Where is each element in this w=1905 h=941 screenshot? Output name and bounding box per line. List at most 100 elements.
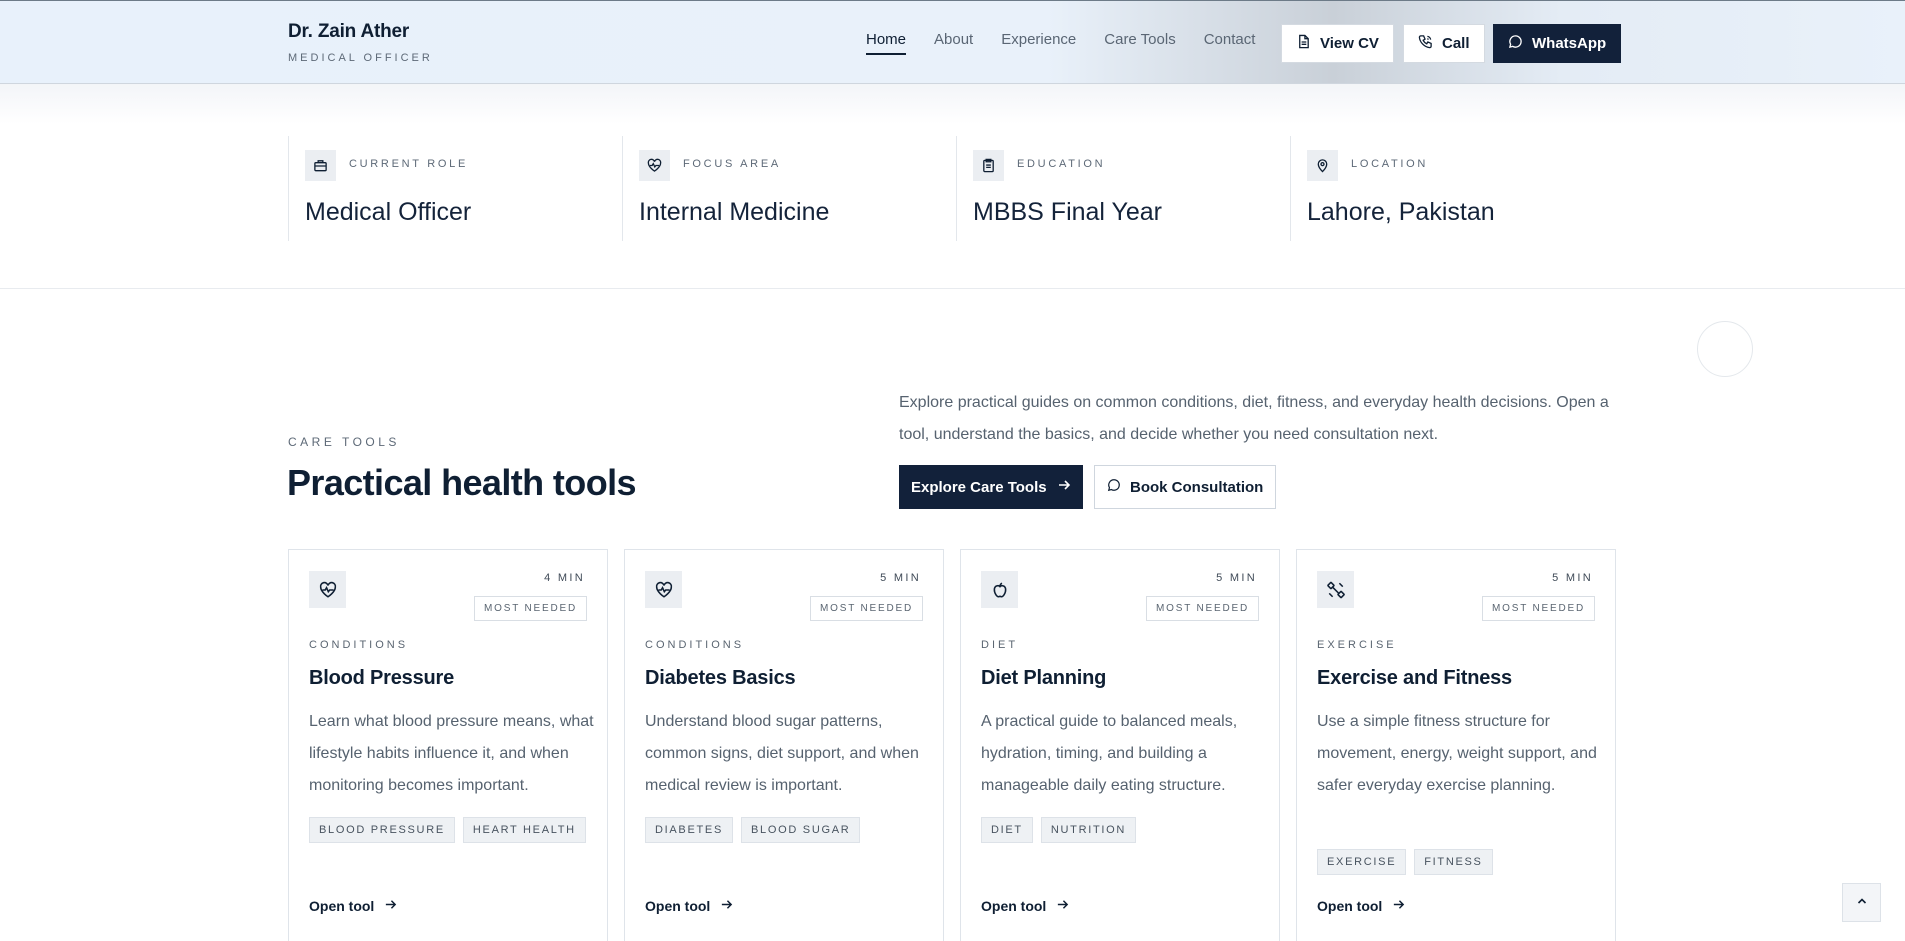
open-tool-link[interactable]: Open tool <box>1317 898 1405 914</box>
decorative-circle <box>1697 321 1753 377</box>
explore-care-tools-button[interactable]: Explore Care Tools <box>899 465 1083 509</box>
open-tool-label: Open tool <box>309 898 375 914</box>
card-tags: DIABETES BLOOD SUGAR <box>645 817 861 843</box>
nav-item-about[interactable]: About <box>934 31 973 55</box>
card-description: Learn what blood pressure means, what li… <box>309 713 594 794</box>
tag: DIET <box>981 817 1033 843</box>
explore-care-tools-label: Explore Care Tools <box>911 478 1047 496</box>
tag: DIABETES <box>645 817 734 843</box>
status-badge: MOST NEEDED <box>1482 596 1595 621</box>
nav-item-contact[interactable]: Contact <box>1204 31 1256 55</box>
open-tool-label: Open tool <box>645 898 711 914</box>
chat-icon <box>1107 478 1121 496</box>
briefcase-icon <box>305 150 336 181</box>
brand[interactable]: Dr. Zain Ather MEDICAL OFFICER <box>288 21 433 64</box>
care-tool-card[interactable]: 5 MIN MOST NEEDED EXERCISE Exercise and … <box>1296 549 1616 941</box>
stat-label: LOCATION <box>1351 158 1429 170</box>
view-cv-button[interactable]: View CV <box>1281 24 1394 63</box>
nav-item-home[interactable]: Home <box>866 31 907 55</box>
open-tool-label: Open tool <box>981 898 1047 914</box>
heartbeat-icon <box>645 571 682 608</box>
call-button[interactable]: Call <box>1403 24 1485 63</box>
arrow-right-icon <box>1392 898 1405 914</box>
card-title: Blood Pressure <box>309 667 455 689</box>
apple-icon <box>981 571 1018 608</box>
stat-value: Medical Officer <box>305 198 472 226</box>
stat-value: Internal Medicine <box>639 198 830 226</box>
arrow-right-icon <box>384 898 397 914</box>
card-title: Exercise and Fitness <box>1317 667 1512 689</box>
card-category: EXERCISE <box>1317 639 1397 651</box>
section-intro: Explore practical guides on common condi… <box>899 394 1609 443</box>
care-tool-card[interactable]: 5 MIN MOST NEEDED CONDITIONS Diabetes Ba… <box>624 549 944 941</box>
section-title: Practical health tools <box>287 462 637 503</box>
card-description: Understand blood sugar patterns, common … <box>645 713 919 794</box>
scroll-to-top-button[interactable] <box>1842 883 1881 922</box>
arrow-right-icon <box>1056 898 1069 914</box>
card-tags: DIET NUTRITION <box>981 817 1137 843</box>
call-label: Call <box>1442 35 1470 52</box>
card-category: CONDITIONS <box>645 639 745 651</box>
header-shadow <box>0 84 1905 124</box>
stat-label: EDUCATION <box>1017 158 1106 170</box>
document-icon <box>1296 34 1311 53</box>
care-tool-cards: 4 MIN MOST NEEDED CONDITIONS Blood Press… <box>288 549 1624 941</box>
stat-label: CURRENT ROLE <box>349 158 468 170</box>
dumbbell-icon <box>1317 571 1354 608</box>
open-tool-link[interactable]: Open tool <box>981 898 1069 914</box>
status-badge: MOST NEEDED <box>474 596 587 621</box>
book-consultation-label: Book Consultation <box>1130 478 1264 496</box>
nav-item-care-tools[interactable]: Care Tools <box>1104 31 1175 55</box>
status-badge: MOST NEEDED <box>1146 596 1259 621</box>
tag: BLOOD SUGAR <box>741 817 861 843</box>
arrow-right-icon <box>1057 478 1071 496</box>
chat-icon <box>1508 34 1523 53</box>
card-category: CONDITIONS <box>309 639 409 651</box>
card-category: DIET <box>981 639 1019 651</box>
view-cv-label: View CV <box>1320 35 1379 52</box>
tag: FITNESS <box>1414 849 1493 875</box>
stat-focus-area: FOCUS AREA Internal Medicine <box>622 136 956 241</box>
nav-item-experience[interactable]: Experience <box>1001 31 1076 55</box>
map-pin-icon <box>1307 150 1338 181</box>
tag: NUTRITION <box>1040 817 1137 843</box>
brand-name: Dr. Zain Ather <box>288 21 410 42</box>
section-divider <box>0 288 1905 289</box>
card-description: Use a simple fitness structure for movem… <box>1317 713 1597 794</box>
open-tool-label: Open tool <box>1317 898 1383 914</box>
care-tool-card[interactable]: 4 MIN MOST NEEDED CONDITIONS Blood Press… <box>288 549 608 941</box>
stat-education: EDUCATION MBBS Final Year <box>956 136 1290 241</box>
stat-value: MBBS Final Year <box>973 198 1162 226</box>
read-time: 5 MIN <box>880 572 921 584</box>
tag: EXERCISE <box>1317 849 1407 875</box>
read-time: 4 MIN <box>544 572 585 584</box>
arrow-right-icon <box>720 898 733 914</box>
heartbeat-icon <box>639 150 670 181</box>
brand-subtitle: MEDICAL OFFICER <box>288 52 433 64</box>
card-description: A practical guide to balanced meals, hyd… <box>981 713 1238 794</box>
card-tags: BLOOD PRESSURE HEART HEALTH <box>309 817 586 843</box>
book-consultation-button[interactable]: Book Consultation <box>1094 465 1277 509</box>
status-badge: MOST NEEDED <box>810 596 923 621</box>
open-tool-link[interactable]: Open tool <box>309 898 397 914</box>
main-nav: Home About Experience Care Tools Contact <box>866 31 1255 55</box>
profile-stats: CURRENT ROLE Medical Officer FOCUS AREA … <box>288 136 1624 241</box>
stat-location: LOCATION Lahore, Pakistan <box>1290 136 1624 241</box>
card-title: Diet Planning <box>981 667 1107 689</box>
site-header: Dr. Zain Ather MEDICAL OFFICER Home Abou… <box>0 0 1905 84</box>
stat-current-role: CURRENT ROLE Medical Officer <box>288 136 622 241</box>
heartbeat-icon <box>309 571 346 608</box>
whatsapp-label: WhatsApp <box>1532 35 1607 52</box>
open-tool-link[interactable]: Open tool <box>645 898 733 914</box>
card-tags: EXERCISE FITNESS <box>1317 849 1493 875</box>
read-time: 5 MIN <box>1216 572 1257 584</box>
stat-label: FOCUS AREA <box>683 158 781 170</box>
chevron-up-icon <box>1856 894 1868 912</box>
phone-icon <box>1418 34 1433 53</box>
whatsapp-button[interactable]: WhatsApp <box>1493 24 1622 63</box>
care-tool-card[interactable]: 5 MIN MOST NEEDED DIET Diet Planning A p… <box>960 549 1280 941</box>
tag: BLOOD PRESSURE <box>309 817 455 843</box>
card-title: Diabetes Basics <box>645 667 796 689</box>
section-eyebrow: CARE TOOLS <box>288 435 400 449</box>
tag: HEART HEALTH <box>462 817 586 843</box>
